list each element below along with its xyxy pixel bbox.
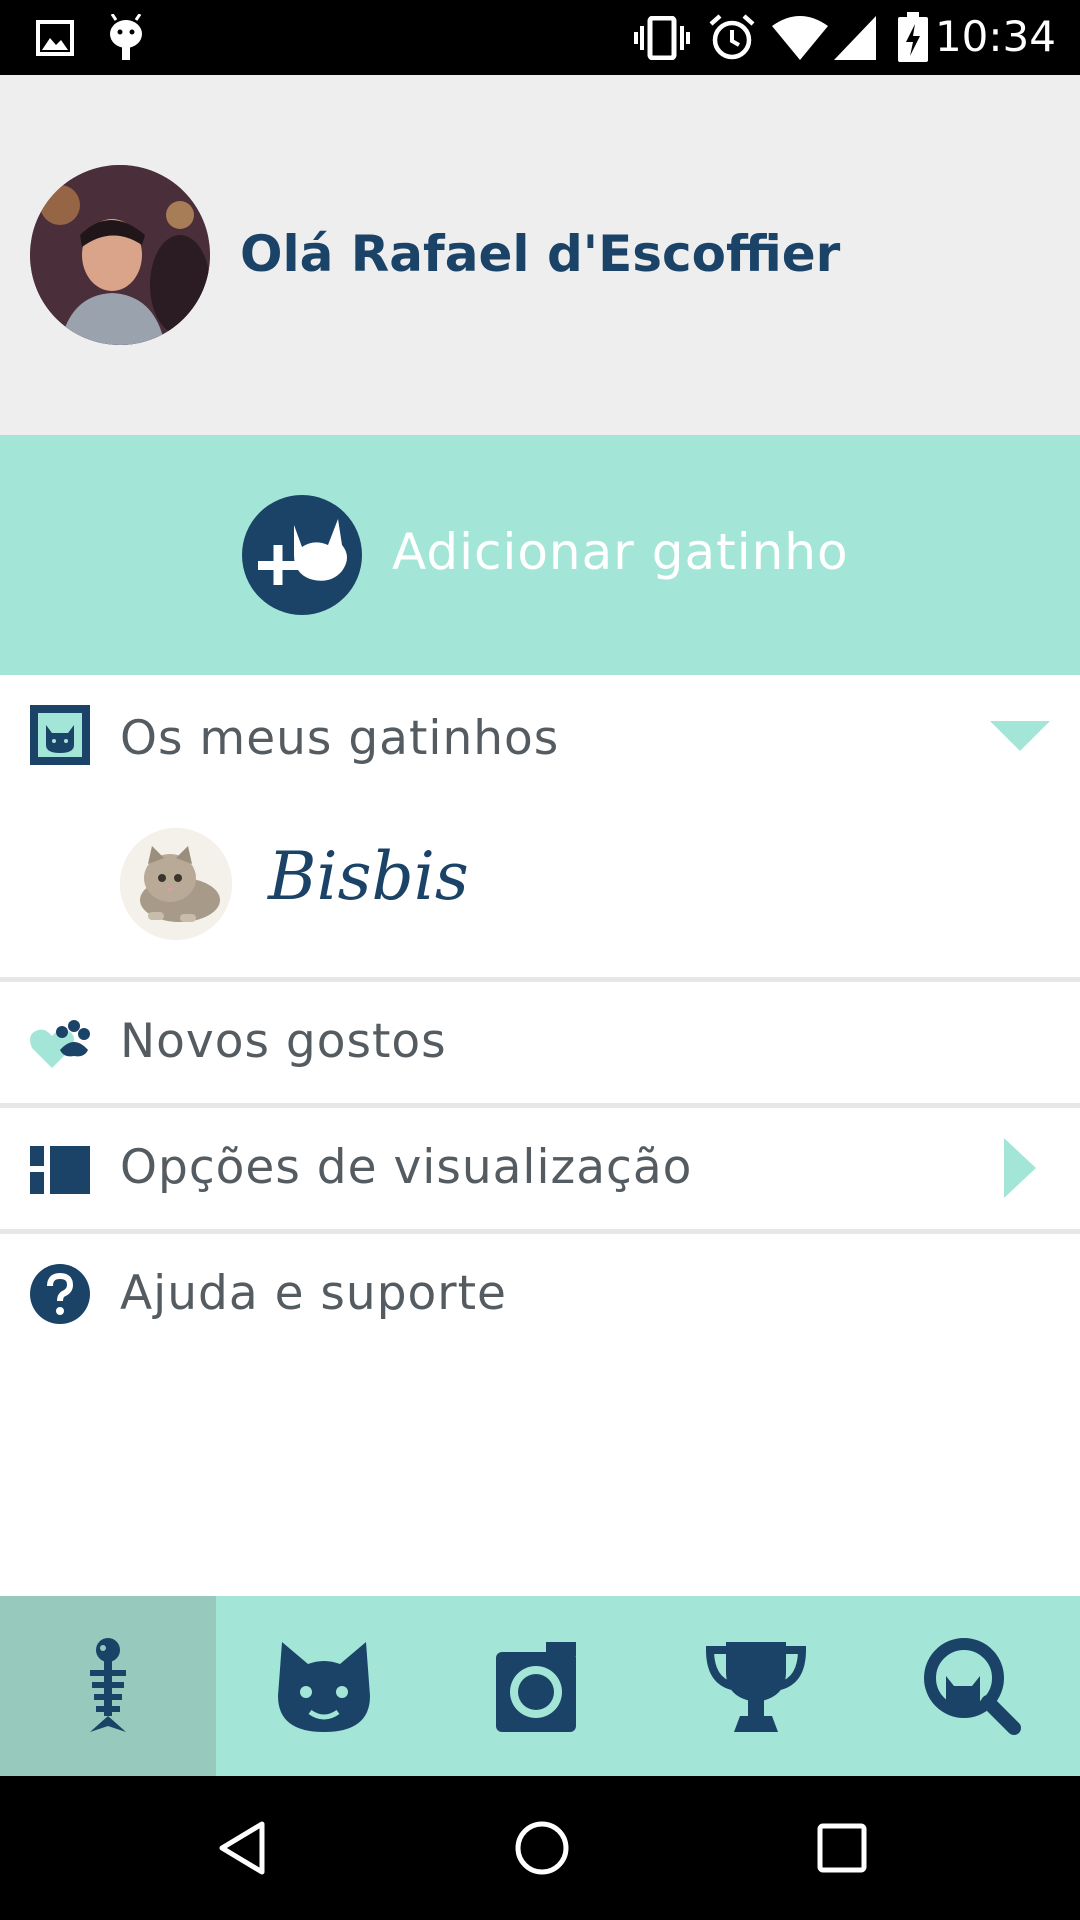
view-options-label: Opções de visualização (120, 1140, 693, 1195)
camera-icon (496, 1642, 576, 1732)
profile-header: Olá Rafael d'Escoffier (0, 75, 1080, 435)
vibrate-icon (634, 16, 690, 60)
fishbone-icon (90, 1638, 126, 1732)
kitten-name: Bisbis (268, 838, 469, 915)
recents-icon (817, 1823, 867, 1873)
menu-item-help[interactable]: Ajuda e suporte (0, 1234, 1080, 1354)
back-icon (219, 1821, 265, 1875)
cat-face-icon (278, 1642, 370, 1732)
tab-trophy[interactable] (648, 1596, 864, 1776)
trophy-icon (706, 1642, 806, 1732)
add-kitten-label: Adicionar gatinho (392, 523, 849, 581)
new-likes-label: Novos gostos (120, 1014, 447, 1069)
user-avatar[interactable] (30, 165, 210, 345)
wifi-icon (772, 16, 828, 60)
help-label: Ajuda e suporte (120, 1266, 507, 1321)
my-kittens-label: Os meus gatinhos (120, 711, 560, 766)
cat-frame-icon (30, 705, 90, 765)
add-kitten-button[interactable]: Adicionar gatinho (0, 435, 1080, 675)
home-icon (515, 1821, 569, 1875)
question-icon (30, 1264, 90, 1324)
status-time: 10:34 (934, 12, 1056, 61)
tab-camera[interactable] (432, 1596, 648, 1776)
tab-search[interactable] (864, 1596, 1080, 1776)
add-cat-icon (242, 495, 362, 615)
heart-paw-icon (30, 1020, 90, 1068)
status-bar: 10:34 (0, 0, 1080, 75)
my-kittens-header[interactable]: Os meus gatinhos (0, 675, 1080, 800)
greeting-text: Olá Rafael d'Escoffier (240, 225, 841, 283)
signal-icon (834, 16, 876, 60)
back-button[interactable] (170, 1776, 310, 1920)
alarm-icon (709, 14, 755, 60)
android-icon (110, 14, 142, 60)
home-button[interactable] (470, 1776, 610, 1920)
triangle-right-icon (1004, 1138, 1036, 1198)
menu-item-view-options[interactable]: Opções de visualização (0, 1108, 1080, 1228)
recents-button[interactable] (770, 1776, 910, 1920)
battery-charging-icon (898, 12, 928, 62)
kitten-photo[interactable] (120, 828, 232, 940)
bottom-tab-bar (0, 1596, 1080, 1776)
search-cat-icon (924, 1638, 1021, 1735)
system-nav-bar (0, 1776, 1080, 1920)
menu-item-new-likes[interactable]: Novos gostos (0, 982, 1080, 1102)
image-icon (36, 20, 74, 56)
triangle-down-icon[interactable] (990, 721, 1050, 751)
tab-fishbone[interactable] (0, 1596, 216, 1776)
tab-cat[interactable] (216, 1596, 432, 1776)
grid-icon (30, 1146, 90, 1194)
